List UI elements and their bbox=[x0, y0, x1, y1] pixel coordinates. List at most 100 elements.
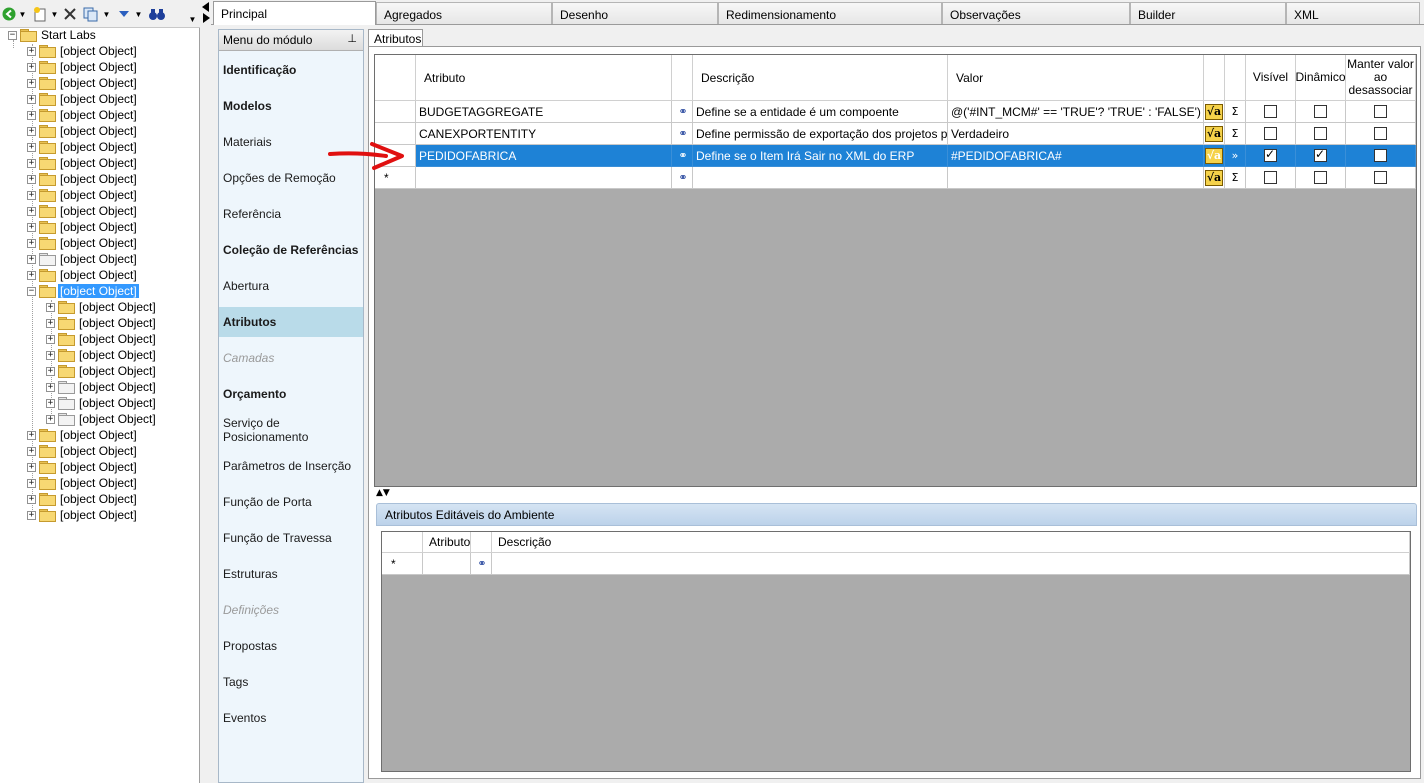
tree-node[interactable]: + [object Object] bbox=[27, 59, 139, 75]
grid-cell-desc[interactable] bbox=[693, 167, 948, 189]
collapse-icon[interactable]: − bbox=[8, 30, 17, 40]
expand-icon[interactable]: + bbox=[27, 174, 36, 184]
expand-icon[interactable]: + bbox=[46, 414, 55, 424]
expand-icon[interactable]: + bbox=[46, 302, 55, 312]
menu-item[interactable]: Atributos bbox=[219, 307, 363, 337]
expand-icon[interactable]: + bbox=[27, 142, 36, 152]
grid-cell-dynamic[interactable] bbox=[1296, 123, 1346, 145]
lookup-binoculars-icon[interactable]: ⚭ bbox=[678, 127, 687, 140]
tree-node[interactable]: + [object Object] bbox=[46, 395, 158, 411]
menu-item[interactable]: Orçamento bbox=[219, 379, 363, 409]
menu-item[interactable]: Tags bbox=[219, 667, 363, 697]
tree-node[interactable]: + [object Object] bbox=[27, 139, 139, 155]
grid-cell-visible[interactable] bbox=[1246, 167, 1296, 189]
dynamic-checkbox[interactable] bbox=[1314, 171, 1327, 184]
expand-icon[interactable]: + bbox=[27, 222, 36, 232]
grid-cell-keep[interactable] bbox=[1346, 167, 1416, 189]
back-dropdown-icon[interactable]: ▼ bbox=[17, 5, 27, 23]
tree-node[interactable]: + [object Object] bbox=[27, 491, 139, 507]
grid-cell-desc[interactable]: Define se o Item Irá Sair no XML do ERP bbox=[693, 145, 948, 167]
grid-cell-desc[interactable] bbox=[492, 553, 1410, 575]
dynamic-checkbox[interactable] bbox=[1314, 127, 1327, 140]
expand-icon[interactable]: + bbox=[46, 350, 55, 360]
expand-icon[interactable] bbox=[117, 5, 131, 23]
menu-item[interactable]: Abertura bbox=[219, 271, 363, 301]
tree-node[interactable]: + [object Object] bbox=[27, 459, 139, 475]
grid-cell-attr[interactable] bbox=[423, 553, 471, 575]
grid-cell-sigma[interactable]: Σ bbox=[1225, 167, 1246, 189]
lookup-binoculars-icon[interactable]: ⚭ bbox=[678, 149, 687, 162]
grid-cell-value[interactable] bbox=[948, 167, 1204, 189]
tree-node[interactable]: + [object Object] bbox=[27, 507, 139, 523]
menu-item[interactable]: Identificação bbox=[219, 55, 363, 85]
expand-icon[interactable]: + bbox=[27, 270, 36, 280]
column-header-binoc[interactable] bbox=[471, 532, 492, 553]
grid-cell-dynamic[interactable] bbox=[1296, 167, 1346, 189]
tree-node[interactable]: + [object Object] bbox=[27, 155, 139, 171]
tree-node[interactable]: + [object Object] bbox=[46, 347, 158, 363]
expand-icon[interactable]: + bbox=[46, 334, 55, 344]
expand-icon[interactable]: + bbox=[27, 494, 36, 504]
expand-icon[interactable]: + bbox=[27, 206, 36, 216]
menu-item[interactable]: Eventos bbox=[219, 703, 363, 733]
column-header-binoc[interactable] bbox=[672, 55, 693, 101]
tab-principal[interactable]: Principal bbox=[213, 1, 376, 25]
grid-cell-attr[interactable]: PEDIDOFABRICA bbox=[416, 145, 672, 167]
expand-icon[interactable]: + bbox=[27, 46, 36, 56]
menu-item[interactable]: Referência bbox=[219, 199, 363, 229]
tab-agregados[interactable]: Agregados bbox=[376, 2, 552, 24]
visible-checkbox[interactable] bbox=[1264, 105, 1277, 118]
tree-node[interactable]: + [object Object] bbox=[27, 43, 139, 59]
panel-splitter[interactable] bbox=[201, 0, 211, 783]
menu-item[interactable]: Função de Travessa bbox=[219, 523, 363, 553]
grid-cell-sigma[interactable]: Σ bbox=[1225, 101, 1246, 123]
column-header-attr[interactable]: Atributo bbox=[416, 55, 672, 101]
grid-cell-value[interactable]: Verdadeiro bbox=[948, 123, 1204, 145]
tree-node[interactable]: + [object Object] bbox=[27, 219, 139, 235]
collapse-left-icon[interactable] bbox=[202, 2, 209, 12]
lookup-binoculars-icon[interactable]: ⚭ bbox=[678, 105, 687, 118]
grid-cell-sigma[interactable]: » bbox=[1225, 145, 1246, 167]
column-header-rowhdr[interactable] bbox=[382, 532, 423, 553]
sigma-icon[interactable]: Σ bbox=[1232, 105, 1239, 118]
grid-cell-attr[interactable]: BUDGETAGGREGATE bbox=[416, 101, 672, 123]
formula-icon[interactable]: √a bbox=[1205, 147, 1223, 164]
grid-cell-formula[interactable]: √a bbox=[1204, 145, 1225, 167]
lookup-binoculars-icon[interactable]: ⚭ bbox=[477, 557, 486, 570]
column-header-attr[interactable]: Atributo bbox=[423, 532, 471, 553]
expand-icon[interactable]: + bbox=[27, 190, 36, 200]
formula-icon[interactable]: √a bbox=[1205, 103, 1223, 120]
tree-node[interactable]: + [object Object] bbox=[27, 251, 139, 267]
grid-cell-rowhdr[interactable]: * bbox=[382, 553, 423, 575]
grid-cell-value[interactable]: @('#INT_MCM#' == 'TRUE'? 'TRUE' : 'FALSE… bbox=[948, 101, 1204, 123]
tree-node[interactable]: + [object Object] bbox=[46, 363, 158, 379]
tree-node[interactable]: + [object Object] bbox=[27, 427, 139, 443]
expand-dropdown-icon[interactable]: ▼ bbox=[133, 5, 143, 23]
column-header-keep[interactable]: Manter valor ao desassociar bbox=[1346, 55, 1416, 101]
menu-item[interactable]: Função de Porta bbox=[219, 487, 363, 517]
menu-item[interactable]: Coleção de Referências bbox=[219, 235, 363, 265]
column-header-rowhdr[interactable] bbox=[375, 55, 416, 101]
tree-node[interactable]: + [object Object] bbox=[27, 123, 139, 139]
column-header-formula[interactable] bbox=[1204, 55, 1225, 101]
menu-item[interactable]: Estruturas bbox=[219, 559, 363, 589]
keep-checkbox[interactable] bbox=[1374, 171, 1387, 184]
new-item-icon[interactable] bbox=[32, 5, 48, 23]
dynamic-checkbox[interactable] bbox=[1314, 105, 1327, 118]
grid-cell-keep[interactable] bbox=[1346, 145, 1416, 167]
expand-icon[interactable]: + bbox=[27, 238, 36, 248]
tree-node[interactable]: + [object Object] bbox=[27, 75, 139, 91]
new-item-dropdown-icon[interactable]: ▼ bbox=[49, 5, 59, 23]
keep-checkbox[interactable] bbox=[1374, 127, 1387, 140]
tree-node[interactable]: + [object Object] bbox=[27, 91, 139, 107]
menu-item[interactable]: Propostas bbox=[219, 631, 363, 661]
expand-icon[interactable]: + bbox=[27, 462, 36, 472]
grid-cell-binoc[interactable]: ⚭ bbox=[672, 101, 693, 123]
expand-icon[interactable]: + bbox=[27, 126, 36, 136]
grid-cell-visible[interactable] bbox=[1246, 101, 1296, 123]
tree-node[interactable]: + [object Object] bbox=[46, 411, 158, 427]
tree-node[interactable]: + [object Object] bbox=[27, 475, 139, 491]
grid-cell-binoc[interactable]: ⚭ bbox=[672, 167, 693, 189]
copy-icon[interactable] bbox=[83, 5, 99, 23]
grid-cell-visible[interactable] bbox=[1246, 145, 1296, 167]
